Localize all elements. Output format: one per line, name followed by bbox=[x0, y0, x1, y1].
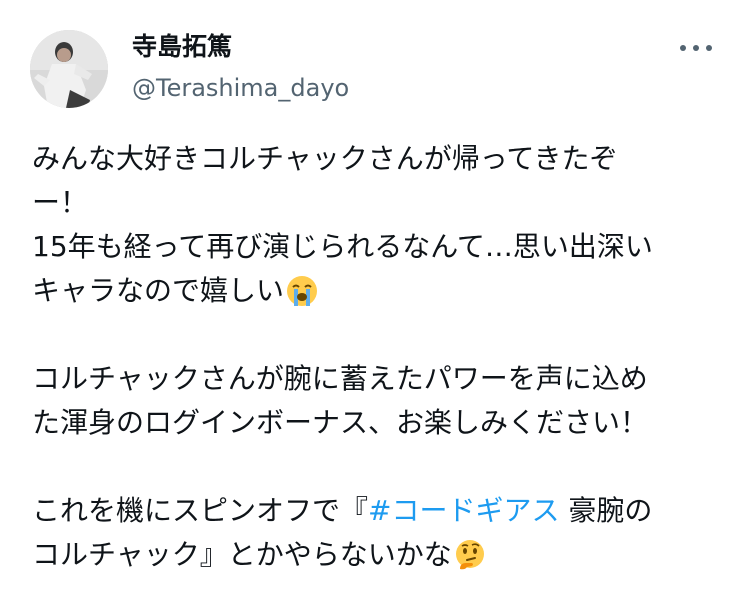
tweet-line: 15年も経って再び演じられるなんて…思い出深い bbox=[32, 230, 653, 263]
thinking-face-icon bbox=[454, 539, 486, 571]
user-handle[interactable]: @Terashima_dayo bbox=[132, 72, 349, 104]
tweet: 寺島拓篤 @Terashima_dayo みんな大好きコルチャックさんが帰ってき… bbox=[0, 0, 743, 602]
tweet-line: コルチャックさんが腕に蓄えたパワーを声に込め bbox=[32, 362, 648, 395]
display-name[interactable]: 寺島拓篤 bbox=[132, 30, 232, 64]
hashtag-link[interactable]: #コードギアス bbox=[368, 489, 559, 533]
more-options-button[interactable] bbox=[672, 32, 720, 64]
more-horizontal-icon bbox=[680, 45, 712, 51]
tweet-line: これを機にスピンオフで『 #コードギアス 豪腕の bbox=[32, 489, 722, 533]
loudly-crying-face-icon bbox=[286, 275, 318, 307]
tweet-line: ー！ bbox=[32, 186, 89, 219]
avatar-photo bbox=[30, 30, 108, 108]
tweet-line: キャラなので嬉しい bbox=[32, 269, 722, 313]
tweet-line: みんな大好きコルチャックさんが帰ってきたぞ bbox=[32, 142, 618, 175]
avatar[interactable] bbox=[30, 30, 108, 108]
tweet-line: コルチャック』とかやらないかな bbox=[32, 533, 722, 577]
tweet-line: た渾身のログインボーナス、お楽しみください！ bbox=[32, 406, 649, 439]
tweet-text: みんな大好きコルチャックさんが帰ってきたぞ ー！ 15年も経って再び演じられるな… bbox=[32, 137, 722, 577]
